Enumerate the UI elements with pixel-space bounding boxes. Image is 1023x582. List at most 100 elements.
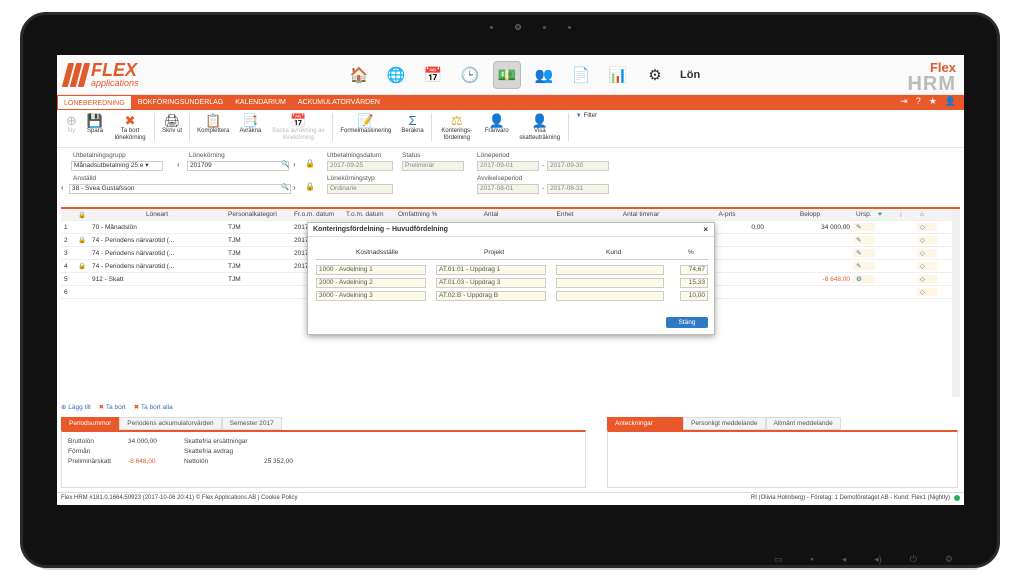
loneperiod-to[interactable]: 2017-09-30 xyxy=(547,161,609,171)
col-heart-icon: ♥ xyxy=(878,211,882,218)
col-enhet[interactable]: Enhet xyxy=(535,211,595,218)
document-icon[interactable]: 📄 xyxy=(567,61,595,89)
loneperiod-from[interactable]: 2017-09-01 xyxy=(477,161,539,171)
search-icon[interactable]: 🔍 xyxy=(281,160,289,168)
next-employee-arrow[interactable]: › xyxy=(293,183,296,192)
row-gear-icon[interactable]: ⚙ xyxy=(853,275,875,283)
tax-button[interactable]: 👤 Visa skatteuträkning xyxy=(514,113,566,142)
utbetalningsdatum-field[interactable]: 2017-09-25 xyxy=(327,161,393,171)
dialog-cell-proj[interactable]: AT.02.B - Uppdrag B xyxy=(436,291,546,301)
complete-button[interactable]: 📋 Komplettera xyxy=(192,113,234,135)
col-to[interactable]: T.o.m. datum xyxy=(343,211,395,218)
tab-personligt-meddelande[interactable]: Personligt meddelande xyxy=(683,417,766,430)
tab-allmant-meddelande[interactable]: Allmänt meddelande xyxy=(765,417,841,430)
lonekorningstyp-label: Lönekörningstyp xyxy=(327,175,375,182)
col-apris[interactable]: A-pris xyxy=(687,211,767,218)
print-button[interactable]: 🖨 Skriv ut xyxy=(157,113,187,135)
user-icon[interactable]: 👤 xyxy=(945,96,956,107)
row-edit-icon[interactable]: ✎ xyxy=(853,223,875,231)
utbetalningsgrupp-select[interactable]: Månadsutbetalning 25:e ▾ xyxy=(71,161,163,171)
tab-kalendarium[interactable]: KALENDARIUM xyxy=(229,95,292,110)
dialog-cell-kst[interactable]: 1000 - Avdelning 1 xyxy=(316,265,426,275)
dialog-cell-pct[interactable]: 10,00 xyxy=(680,291,708,301)
delete-payrun-button[interactable]: ✖ Ta bort lönekörning xyxy=(108,113,152,142)
tab-anteckningar[interactable]: Anteckningar xyxy=(607,417,683,430)
row-edit-icon[interactable]: ✎ xyxy=(853,249,875,257)
utbetalningsgrupp-label: Utbetalningsgrupp xyxy=(73,152,126,159)
avvikelseperiod-to[interactable]: 2017-08-31 xyxy=(547,184,609,194)
row-edit-icon[interactable]: ✎ xyxy=(853,262,875,270)
globe-icon[interactable]: 🌐 xyxy=(382,61,410,89)
dialog-col-percent: % xyxy=(688,249,694,256)
grid-scrollbar[interactable] xyxy=(952,209,960,397)
next-payrun-arrow[interactable]: › xyxy=(293,160,296,169)
settings-icon[interactable]: ⚙ xyxy=(945,554,953,565)
cell-art: 74 - Periodens närvarotid (... xyxy=(92,262,175,270)
dialog-cell-kst[interactable]: 3000 - Avdelning 3 xyxy=(316,291,426,301)
gear-icon[interactable]: ⚙ xyxy=(641,61,669,89)
dialog-cell-kund[interactable] xyxy=(556,278,664,288)
prev-payrun-arrow[interactable]: ‹ xyxy=(177,160,180,169)
employee-search-icon[interactable]: 🔍 xyxy=(281,183,289,191)
col-from[interactable]: Fr.o.m. datum xyxy=(291,211,343,218)
range-dash-2: - xyxy=(542,185,545,192)
col-personalkategori[interactable]: Personalkategori xyxy=(225,211,291,218)
filter-button[interactable]: ▼ Filter xyxy=(571,113,602,120)
tab-bokforingsunderlag[interactable]: BOKFÖRINGSUNDERLAG xyxy=(132,95,230,110)
calculate-button[interactable]: Σ Beräkna xyxy=(396,113,428,135)
help-icon[interactable]: ? xyxy=(916,96,921,107)
avvikelseperiod-from[interactable]: 2017-08-01 xyxy=(477,184,539,194)
lonekorning-field[interactable]: 201709 xyxy=(187,161,289,171)
anstalld-field[interactable]: 38 - Svea Gustafsson xyxy=(69,184,291,194)
tab-ackumulatorvarden[interactable]: ACKUMULATORVÄRDEN xyxy=(292,95,386,110)
row-tag-icon: ◇ xyxy=(917,223,937,231)
presentation-icon[interactable]: 📊 xyxy=(604,61,632,89)
flex-logo[interactable]: FLEX applications xyxy=(61,61,139,88)
tab-periodsummor[interactable]: Periodsummor xyxy=(61,417,120,430)
allocation-button[interactable]: ⚖ Konterings-fördelning xyxy=(434,113,480,142)
col-antal-timmar[interactable]: Antal timmar xyxy=(595,211,687,218)
save-button[interactable]: 💾 Spara xyxy=(82,113,108,135)
prev-employee-arrow[interactable]: ‹ xyxy=(61,183,64,192)
remove-row-link[interactable]: ✖ Ta bort xyxy=(99,403,126,411)
tab-periodens-ackumulatorvarden[interactable]: Periodens ackumulatorvärden xyxy=(119,417,222,430)
row-edit-icon[interactable]: ✎ xyxy=(853,236,875,244)
tab-semester[interactable]: Semester 2017 xyxy=(221,417,282,430)
home-icon[interactable]: 🏠 xyxy=(345,61,373,89)
cell-kat: TJM xyxy=(228,262,241,270)
people-icon[interactable]: 👥 xyxy=(530,61,558,89)
dialog-cell-proj[interactable]: AT.01.03 - Uppdrag 3 xyxy=(436,278,546,288)
payroll-icon[interactable]: 💵 xyxy=(493,61,521,89)
dialog-cell-kund[interactable] xyxy=(556,265,664,275)
absence-button[interactable]: 👤 Frånvaro xyxy=(480,113,514,135)
tab-loneberedning[interactable]: LÖNEBEREDNING xyxy=(57,95,132,110)
col-omfattning[interactable]: Omfattning % xyxy=(395,211,447,218)
dialog-cell-pct[interactable]: 74,67 xyxy=(680,265,708,275)
avvikelseperiod-label: Avvikelseperiod xyxy=(477,175,523,182)
back-icon[interactable]: ◂ xyxy=(842,554,847,565)
calendar-icon[interactable]: 📅 xyxy=(419,61,447,89)
formula-button[interactable]: 📝 Formelmaskinering xyxy=(335,113,396,135)
row-tag-icon: ◇ xyxy=(917,249,937,257)
dialog-cell-proj[interactable]: AT.01.01 - Uppdrag 1 xyxy=(436,265,546,275)
col-antal[interactable]: Antal xyxy=(447,211,535,218)
col-loneart[interactable]: Löneart xyxy=(89,211,225,218)
dialog-cell-pct[interactable]: 15,33 xyxy=(680,278,708,288)
power-icon[interactable]: ⏻ xyxy=(910,554,917,565)
clock-icon[interactable]: 🕒 xyxy=(456,61,484,89)
add-row-link[interactable]: ⊕ Lägg till xyxy=(61,403,91,411)
dialog-cell-kst[interactable]: 2000 - Avdelning 2 xyxy=(316,278,426,288)
exit-icon[interactable]: ⇥ xyxy=(900,96,908,107)
undo-settle-button[interactable]: 📅 Backa avräkning av lönekörning xyxy=(266,113,330,142)
volume-icon[interactable]: ◂) xyxy=(874,554,882,565)
dialog-cell-kund[interactable] xyxy=(556,291,664,301)
star-icon[interactable]: ★ xyxy=(929,96,937,107)
new-button[interactable]: ⊕ Ny xyxy=(61,113,82,135)
col-ursprung[interactable]: Ursp. xyxy=(853,211,875,218)
close-button[interactable]: Stäng xyxy=(666,317,708,328)
notes-panel[interactable] xyxy=(607,430,958,488)
settle-button[interactable]: 📑 Avräkna xyxy=(234,113,266,135)
col-belopp[interactable]: Belopp xyxy=(767,211,853,218)
remove-all-link[interactable]: ✖ Ta bort alla xyxy=(134,403,173,411)
close-icon[interactable]: × xyxy=(703,223,708,237)
